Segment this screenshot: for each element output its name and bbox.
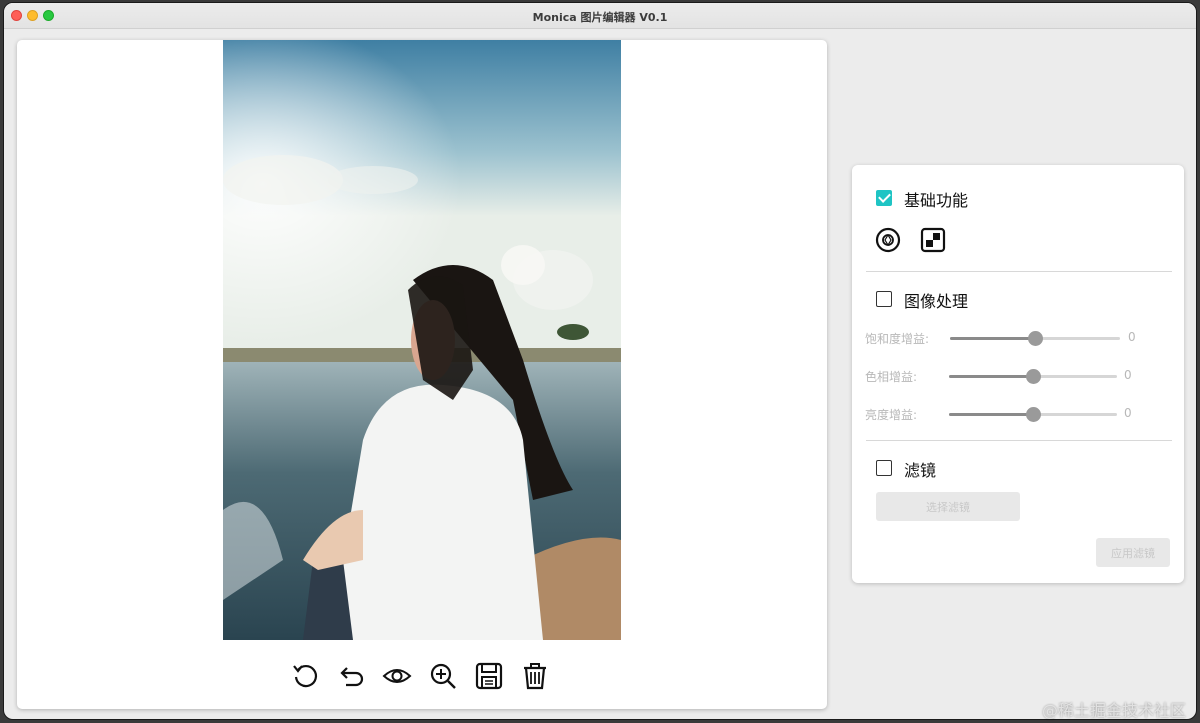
- trash-icon: [524, 663, 546, 690]
- section-divider: [866, 271, 1172, 272]
- saturation-slider[interactable]: [950, 331, 1120, 346]
- photo-image: [223, 40, 621, 640]
- app-window: Monica 图片编辑器 V0.1 基础功能 图像处理 饱和度增益: 0 色相增…: [3, 2, 1197, 720]
- undo-icon: [340, 667, 364, 687]
- apply-filter-button[interactable]: 应用滤镜: [1096, 538, 1170, 567]
- brightness-slider[interactable]: [949, 407, 1117, 422]
- hue-thumb[interactable]: [1026, 369, 1041, 384]
- save-button[interactable]: [471, 658, 507, 694]
- section-divider: [866, 440, 1172, 441]
- saturation-label: 饱和度增益:: [865, 332, 930, 346]
- image-toolbar: [287, 658, 557, 696]
- saturation-fill: [950, 337, 1035, 340]
- hue-value: 0: [1124, 368, 1132, 382]
- crop-icon[interactable]: [920, 227, 946, 253]
- brightness-value: 0: [1124, 406, 1132, 420]
- hue-fill: [949, 375, 1033, 378]
- basic-functions-label: 基础功能: [904, 191, 969, 210]
- watermark: @稀土掘金技术社区: [1041, 701, 1186, 720]
- hue-slider[interactable]: [949, 369, 1117, 384]
- preview-button[interactable]: [379, 658, 415, 694]
- saturation-value: 0: [1128, 330, 1136, 344]
- basic-functions-checkbox[interactable]: [876, 190, 892, 206]
- save-icon: [475, 662, 503, 690]
- settings-panel: 基础功能 图像处理 饱和度增益: 0 色相增益: 0 亮度增益: 0 滤镜 选择…: [852, 165, 1184, 583]
- brightness-label: 亮度增益:: [865, 408, 918, 422]
- window-title: Monica 图片编辑器 V0.1: [532, 11, 668, 24]
- undo-button[interactable]: [333, 658, 369, 694]
- hue-label: 色相增益:: [865, 370, 918, 384]
- saturation-thumb[interactable]: [1028, 331, 1043, 346]
- rotate-button[interactable]: [287, 658, 323, 694]
- aperture-icon[interactable]: [875, 227, 901, 253]
- filter-label: 滤镜: [904, 461, 937, 480]
- zoom-in-icon: [430, 663, 456, 689]
- zoom-in-button[interactable]: [425, 658, 461, 694]
- title-bar: Monica 图片编辑器 V0.1: [4, 3, 1196, 29]
- brightness-fill: [949, 413, 1033, 416]
- filter-checkbox[interactable]: [876, 460, 892, 476]
- brightness-thumb[interactable]: [1026, 407, 1041, 422]
- select-filter-button[interactable]: 选择滤镜: [876, 492, 1020, 521]
- delete-button[interactable]: [517, 658, 553, 694]
- image-canvas-panel: [17, 40, 827, 709]
- edited-photo[interactable]: [223, 40, 621, 640]
- image-processing-label: 图像处理: [904, 292, 969, 311]
- image-processing-checkbox[interactable]: [876, 291, 892, 307]
- eye-icon: [382, 669, 412, 683]
- rotate-icon: [293, 664, 318, 688]
